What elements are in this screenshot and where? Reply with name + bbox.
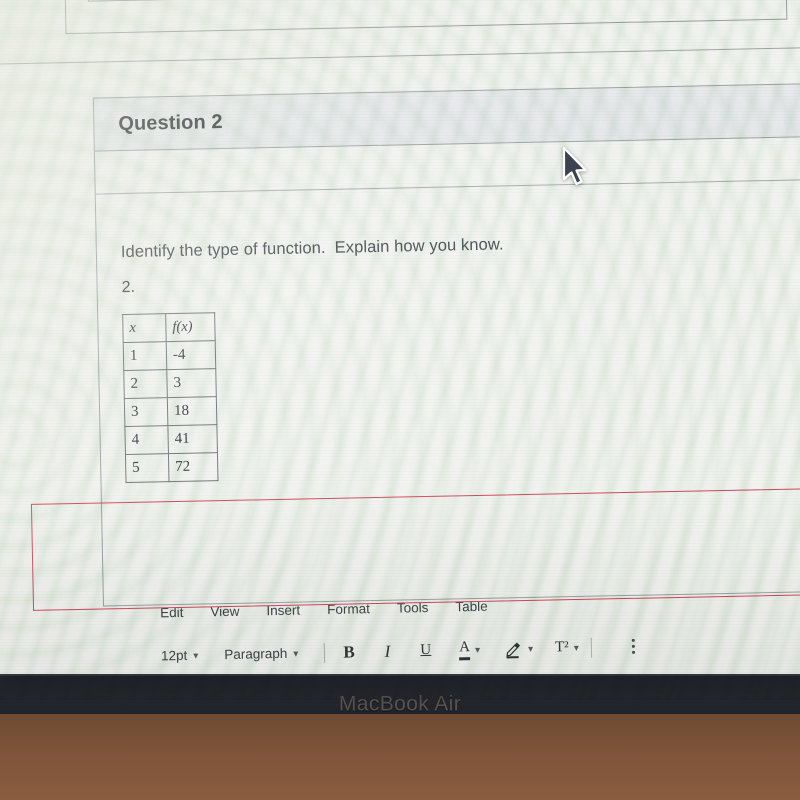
block-format-dropdown[interactable]: Paragraph ▾ bbox=[224, 646, 298, 662]
table-cell-x: 4 bbox=[124, 425, 169, 455]
table-cell-x: 2 bbox=[123, 369, 168, 399]
highlighter-pen-icon bbox=[506, 642, 521, 659]
underline-button[interactable]: U bbox=[420, 642, 431, 659]
toolbar-divider bbox=[324, 642, 326, 663]
desk-surface bbox=[0, 714, 800, 800]
answer-text-editor[interactable] bbox=[30, 487, 800, 611]
table-cell-fx: 41 bbox=[167, 424, 218, 454]
previous-answer-outer-box bbox=[63, 0, 788, 35]
font-size-value: 12pt bbox=[160, 647, 188, 664]
text-color-icon: A bbox=[459, 639, 470, 660]
table-header-fx: f(x) bbox=[165, 312, 216, 342]
laptop-screen: Question 2 Identify the type of function… bbox=[0, 0, 800, 700]
table-cell-x: 1 bbox=[123, 341, 167, 371]
table-header-row: x f(x) bbox=[122, 312, 216, 343]
chevron-down-icon: ▾ bbox=[193, 650, 199, 662]
table-cell-x: 3 bbox=[124, 397, 168, 427]
chevron-down-icon: ▾ bbox=[293, 648, 299, 660]
highlight-color-button[interactable]: ▾ bbox=[504, 639, 533, 659]
section-divider-top bbox=[0, 45, 800, 65]
table-row: 1 -4 bbox=[123, 340, 216, 371]
table-cell-fx: 3 bbox=[166, 368, 217, 398]
photo-of-laptop-screen: Question 2 Identify the type of function… bbox=[0, 0, 800, 800]
chevron-down-icon[interactable]: ▾ bbox=[528, 643, 533, 654]
superscript-button[interactable]: T² ▾ bbox=[555, 639, 579, 656]
table-row: 23 bbox=[123, 368, 217, 399]
table-cell-fx: 18 bbox=[167, 396, 217, 426]
item-number: 2. bbox=[121, 278, 136, 297]
mouse-cursor-arrow-icon bbox=[562, 146, 587, 186]
question-prompt: Identify the type of function. Explain ho… bbox=[121, 235, 504, 262]
table-row: 3 18 bbox=[124, 396, 217, 427]
block-format-value: Paragraph bbox=[224, 645, 288, 663]
question-body-divider bbox=[95, 177, 800, 195]
bold-button[interactable]: B bbox=[343, 642, 355, 662]
prompt-sentence-2: Explain how you know. bbox=[334, 235, 504, 257]
superscript-icon: T² bbox=[554, 639, 569, 656]
toolbar-divider-2 bbox=[590, 637, 592, 658]
chevron-down-icon[interactable]: ▾ bbox=[574, 642, 579, 653]
table-cell-x: 5 bbox=[125, 453, 170, 483]
italic-button[interactable]: I bbox=[384, 641, 390, 661]
chevron-down-icon[interactable]: ▾ bbox=[475, 644, 480, 655]
lms-quiz-page: Question 2 Identify the type of function… bbox=[0, 0, 800, 700]
table-header-x: x bbox=[122, 313, 167, 343]
function-table: x f(x) 1 -4 2 3 3 18 4 41 5 72 bbox=[122, 312, 218, 483]
table-row: 4 41 bbox=[124, 424, 218, 455]
table-row: 5 72 bbox=[125, 452, 218, 483]
editor-format-bar: 12pt ▾ Paragraph ▾ B I U A ▾ ▾ T² ▾ bbox=[161, 633, 761, 666]
table-body: 1 -4 2 3 3 18 4 41 5 72 bbox=[123, 340, 218, 483]
prompt-sentence-1: Identify the type of function. bbox=[120, 238, 326, 262]
table-cell-fx: -4 bbox=[166, 340, 216, 370]
font-size-dropdown[interactable]: 12pt ▾ bbox=[161, 648, 199, 664]
text-color-button[interactable]: A ▾ bbox=[459, 639, 480, 660]
question-title: Question 2 bbox=[118, 110, 223, 135]
more-options-icon[interactable] bbox=[631, 638, 635, 654]
table-cell-fx: 72 bbox=[168, 452, 218, 482]
